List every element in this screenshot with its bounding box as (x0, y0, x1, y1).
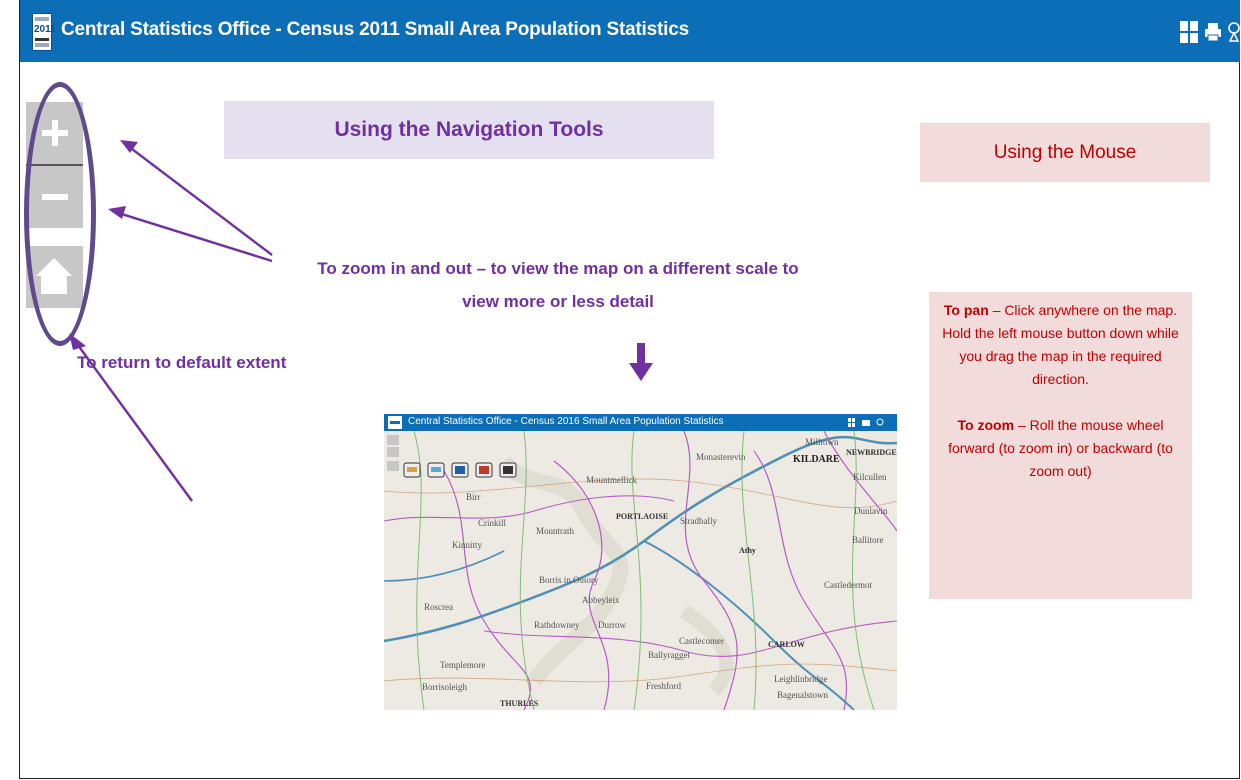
pan-label: To pan (943, 302, 989, 318)
zoom-label: To zoom (957, 417, 1015, 433)
return-description: To return to default extent (77, 353, 287, 372)
map-label: Crinkill (478, 518, 507, 528)
thumb-logo-icon (388, 416, 402, 429)
screenshot-title: Central Statistics Office - Census 2016 … (408, 416, 724, 427)
highlight-ellipse (24, 82, 96, 346)
map-label: Stradbally (680, 516, 717, 526)
map-label: Rathdowney (534, 620, 580, 630)
map-label: Mountmellick (586, 475, 637, 485)
map-label: Ballitore (852, 535, 884, 545)
mouse-heading: Using the Mouse (920, 123, 1210, 182)
map-label: Leighlinbridge (774, 674, 828, 684)
navigation-heading: Using the Navigation Tools (224, 101, 714, 159)
map-label: Durrow (598, 620, 626, 630)
cso-census-logo: 2011 (32, 13, 56, 51)
zoom-description: To zoom in and out – to view the map on … (317, 259, 799, 311)
map-label: Freshford (646, 681, 681, 691)
map-label: THURLES (500, 699, 539, 708)
widget-grid-icon[interactable] (1180, 21, 1198, 43)
map-label: KILDARE (793, 454, 840, 465)
thumb-header-icons (848, 418, 884, 427)
map-label: Mountrath (536, 526, 574, 536)
map-label: Borrisoleigh (422, 682, 467, 692)
map-label: Birr (466, 492, 481, 502)
map-label: Ballyragget (648, 650, 690, 660)
down-arrow-icon (629, 343, 653, 381)
map-label: Monasterevin (696, 452, 746, 462)
search-icon[interactable] (1228, 21, 1240, 43)
map-screenshot: Central Statistics Office - Census 2016 … (384, 414, 897, 710)
map-label: Borris in Ossory (539, 575, 599, 585)
map-label: PORTLAOISE (616, 512, 669, 521)
map-label: Templemore (440, 660, 486, 670)
map-label: Roscrea (424, 602, 453, 612)
map-label: Kinnitty (452, 540, 483, 550)
app-title: Central Statistics Office - Census 2011 … (61, 19, 689, 40)
map-label: NEWBRIDGE (846, 448, 897, 457)
map-label: Dunlavin (854, 506, 888, 516)
map-label: Abbeyleix (582, 595, 620, 605)
map-label: Kilcullen (853, 472, 887, 482)
map-label: Castlecomer (679, 636, 724, 646)
map-label: Athy (739, 546, 756, 555)
map-label: Castledermot (824, 580, 872, 590)
map-label: Bagenalstown (777, 690, 828, 700)
map-label: CARLOW (768, 640, 805, 649)
print-icon[interactable] (1204, 21, 1222, 43)
mouse-instructions: To pan – Click anywhere on the map. Hold… (929, 292, 1192, 599)
map-label: Milltown (805, 437, 839, 447)
